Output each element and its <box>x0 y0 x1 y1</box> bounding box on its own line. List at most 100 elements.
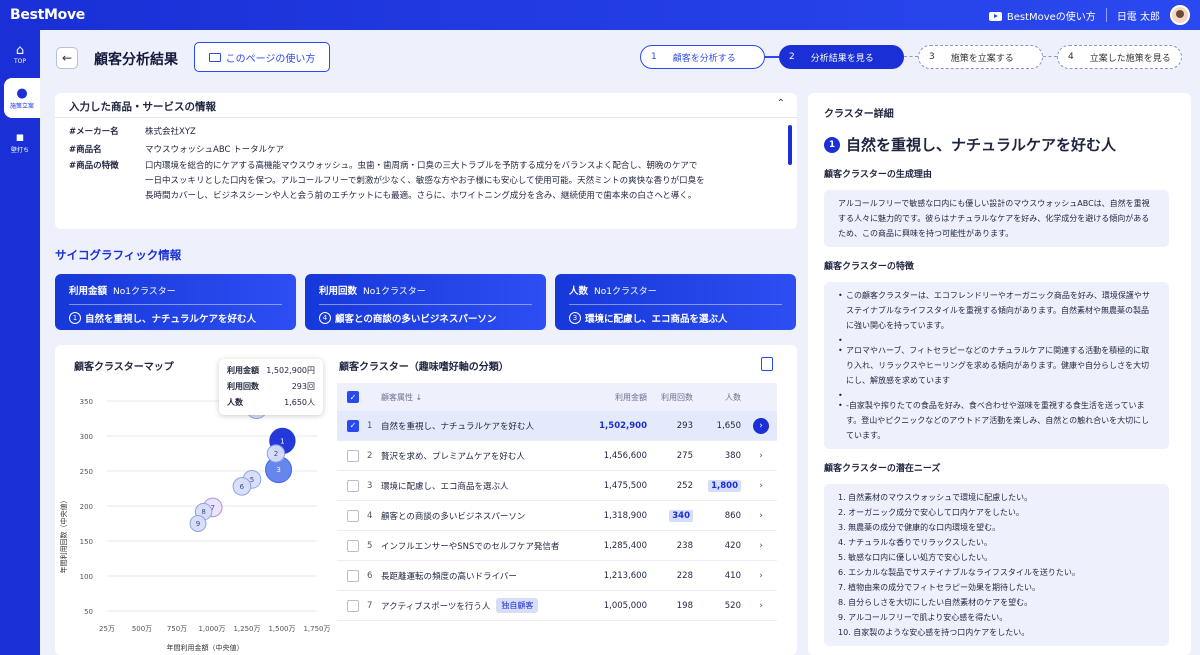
x-tick-label: 1,250万 <box>233 625 260 633</box>
step-3[interactable]: 3 施策を立案する <box>918 45 1043 69</box>
row-checkbox[interactable] <box>347 479 359 492</box>
chevron-right-icon[interactable]: › <box>753 568 769 584</box>
card-label: 人数 <box>569 286 589 297</box>
cluster-number-badge: 3 <box>569 312 581 324</box>
table-row[interactable]: 2 贅沢を求め、プレミアムケアを好む人 1,456,600 275 380 › <box>337 441 777 471</box>
detail-cluster-label: 自然を重視し、ナチュラルケアを好む人 <box>846 136 1117 154</box>
divider <box>69 304 282 305</box>
table-row[interactable]: ✓ 1 自然を重視し、ナチュラルケアを好む人 1,502,900 293 1,650 › <box>337 411 777 441</box>
table-header: ✓ 顧客属性 ↓ 利用金額 利用回数 人数 <box>337 383 777 411</box>
row-checkbox[interactable] <box>347 569 359 582</box>
card-label: 利用回数 <box>319 286 358 297</box>
tooltip-value: 293回 <box>291 382 315 391</box>
row-index: 1 <box>367 420 373 431</box>
y-axis-label: 年間利用回数（中央値） <box>59 497 68 574</box>
row-amount: 1,475,500 <box>603 480 647 491</box>
tooltip-value: 1,502,900円 <box>266 366 315 375</box>
row-amount: 1,213,600 <box>603 570 647 581</box>
book-icon <box>208 52 221 62</box>
x-tick-label: 1,000万 <box>198 625 225 633</box>
scrollbar[interactable] <box>788 125 792 165</box>
need-item: 4. ナチュラルな香りでリラックスしたい。 <box>838 538 992 547</box>
col-amount[interactable]: 利用金額 <box>591 392 647 403</box>
row-people: 1,800 <box>708 479 741 492</box>
chevron-right-icon[interactable]: › <box>753 417 769 434</box>
cluster-panel: 顧客クラスターマップ 利用金額 1,502,900円 利用回数 293回 人数 1,6… <box>55 345 797 655</box>
info-key: #商品の特徴 <box>69 161 119 171</box>
reason-heading: 顧客クラスターの生成理由 <box>824 170 932 180</box>
top-bar: BestMove BestMoveの使い方 日電 太郎 <box>0 0 1200 30</box>
card-text: 自然を重視し、ナチュラルケアを好む人 <box>85 314 257 325</box>
step-connector <box>765 56 779 58</box>
y-tick-label: 300 <box>80 433 93 441</box>
table-row[interactable]: 3 環境に配慮し、エコ商品を選ぶ人 1,475,500 252 1,800 › <box>337 471 777 501</box>
psychographic-card-count[interactable]: 利用回数 No1クラスター 4 顧客との商談の多いビジネスパーソン <box>305 274 546 330</box>
info-key: #商品名 <box>69 145 102 155</box>
y-tick-label: 350 <box>80 398 93 406</box>
chevron-up-icon[interactable]: ⌃ <box>777 98 785 109</box>
need-item: 8. 自分らしさを大切にしたい自然素材のケアを望む。 <box>838 598 1033 607</box>
divider <box>55 117 797 118</box>
step-label: 立案した施策を見る <box>1089 53 1171 64</box>
sidebar-item-top[interactable]: ⌂ TOP <box>0 34 40 74</box>
step-connector <box>1043 56 1057 58</box>
chevron-right-icon[interactable]: › <box>753 538 769 554</box>
info-row-maker: #メーカー名 株式会社XYZ <box>69 125 705 140</box>
divider <box>319 304 532 305</box>
user-name[interactable]: 日電 太郎 <box>1117 8 1160 23</box>
row-people: 860 <box>724 510 741 521</box>
info-key: #メーカー名 <box>69 127 119 137</box>
step-2[interactable]: 2 分析結果を見る <box>779 45 904 69</box>
step-label: 分析結果を見る <box>810 53 874 64</box>
step-number: 2 <box>789 52 795 62</box>
row-people: 1,650 <box>716 420 741 431</box>
y-tick-label: 100 <box>80 573 93 581</box>
row-checkbox[interactable] <box>347 539 359 552</box>
feature-item: アロマやハーブ、フィトセラピーなどのナチュラルケアに関連する活動を積極的に取り入… <box>838 343 1155 388</box>
delete-icon[interactable] <box>761 357 773 371</box>
howto-link-label: BestMoveの使い方 <box>1006 11 1096 23</box>
sidebar-item-plan[interactable]: ● 施策立案 <box>4 78 40 118</box>
row-checkbox[interactable]: ✓ <box>347 419 359 432</box>
howto-link[interactable]: BestMoveの使い方 <box>988 8 1096 23</box>
row-count: 252 <box>676 480 693 491</box>
step-4[interactable]: 4 立案した施策を見る <box>1057 45 1182 69</box>
row-checkbox[interactable] <box>347 509 359 522</box>
table-row[interactable]: 7 アクティブスポーツを行う人 独自顧客 1,005,000 198 520 › <box>337 591 777 621</box>
table-row[interactable]: 5 インフルエンサーやSNSでのセルフケア発信者 1,285,400 238 420 › <box>337 531 777 561</box>
table-row[interactable]: 6 長距離運転の頻度の高いドライバー 1,213,600 228 410 › <box>337 561 777 591</box>
psychographic-card-people[interactable]: 人数 No1クラスター 3 環境に配慮し、エコ商品を選ぶ人 <box>555 274 796 330</box>
row-count: 340 <box>669 509 693 522</box>
product-info-panel: 入力した商品・サービスの情報 ⌃ #メーカー名 株式会社XYZ #商品名 マウスウォ… <box>55 93 797 229</box>
cluster-bubble-label: 3 <box>276 466 280 474</box>
note-icon: ▪ <box>15 129 25 145</box>
spacer <box>838 333 1155 348</box>
row-index: 4 <box>367 510 373 521</box>
original-customer-badge: 独自顧客 <box>496 598 539 613</box>
step-1[interactable]: 1 顧客を分析する <box>640 45 765 69</box>
page-howto-button[interactable]: このページの使い方 <box>194 42 330 72</box>
info-value: 株式会社XYZ <box>145 127 196 137</box>
chevron-right-icon[interactable]: › <box>753 478 769 494</box>
sidebar-item-wall[interactable]: ▪ 壁打ち <box>0 122 40 162</box>
chevron-right-icon[interactable]: › <box>753 448 769 464</box>
col-attr[interactable]: 顧客属性 ↓ <box>381 392 591 403</box>
app-logo[interactable]: BestMove <box>10 7 85 23</box>
row-amount: 1,318,900 <box>603 510 647 521</box>
row-people: 410 <box>724 570 741 581</box>
col-people[interactable]: 人数 <box>693 392 741 403</box>
step-label: 顧客を分析する <box>672 53 736 64</box>
chevron-right-icon[interactable]: › <box>753 598 769 614</box>
table-row[interactable]: 4 顧客との商談の多いビジネスパーソン 1,318,900 340 860 › <box>337 501 777 531</box>
y-tick-label: 150 <box>80 538 93 546</box>
select-all-checkbox[interactable]: ✓ <box>347 391 359 403</box>
back-button[interactable]: ← <box>56 47 78 69</box>
col-count[interactable]: 利用回数 <box>647 392 693 403</box>
row-checkbox[interactable] <box>347 599 359 612</box>
avatar[interactable] <box>1170 5 1190 25</box>
row-checkbox[interactable] <box>347 449 359 462</box>
chevron-right-icon[interactable]: › <box>753 508 769 524</box>
needs-heading: 顧客クラスターの潜在ニーズ <box>824 464 941 474</box>
home-icon: ⌂ <box>15 42 25 58</box>
psychographic-card-amount[interactable]: 利用金額 No1クラスター 1 自然を重視し、ナチュラルケアを好む人 <box>55 274 296 330</box>
